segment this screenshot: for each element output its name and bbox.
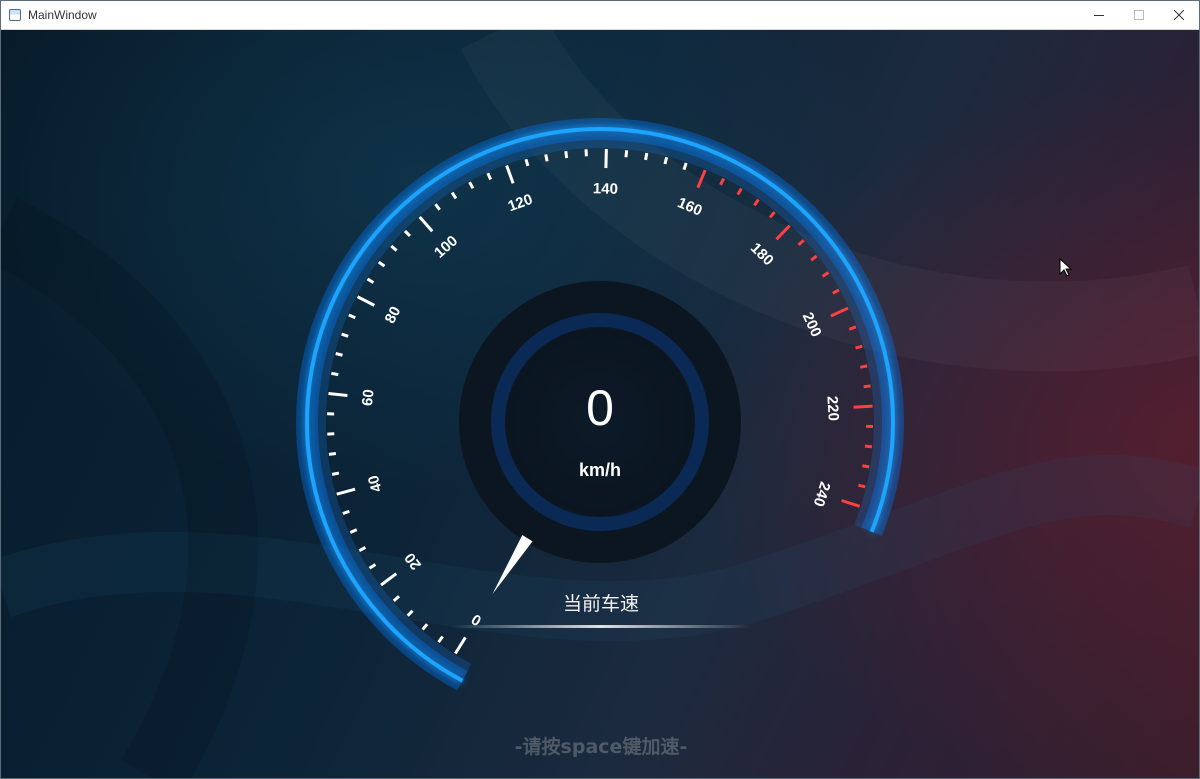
maximize-button[interactable]: [1119, 1, 1159, 29]
minor-tick: [564, 150, 569, 159]
minor-tick: [810, 254, 818, 262]
major-tick: [830, 306, 849, 318]
tick-label: 200: [799, 310, 825, 340]
minor-tick: [862, 464, 870, 469]
minor-tick: [437, 635, 444, 643]
window-title: MainWindow: [28, 8, 97, 22]
tick-label: 240: [810, 479, 834, 508]
minor-tick: [821, 271, 830, 278]
mouse-cursor-icon: [1059, 258, 1073, 277]
major-tick: [336, 487, 356, 496]
major-tick: [418, 216, 434, 233]
minor-tick: [368, 563, 377, 570]
minor-tick: [468, 181, 475, 190]
major-tick: [454, 636, 467, 655]
speed-caption: 当前车速: [562, 593, 639, 615]
app-icon: [9, 9, 21, 21]
tick-label: 160: [675, 194, 705, 219]
minor-tick: [406, 609, 414, 617]
minor-tick: [644, 152, 649, 161]
minor-tick: [864, 444, 873, 449]
minor-tick: [486, 172, 493, 181]
tick-label: 40: [365, 473, 386, 494]
minor-tick: [348, 313, 356, 320]
minor-tick: [863, 384, 871, 389]
minor-tick: [358, 546, 367, 553]
major-tick: [356, 295, 376, 307]
tick-label: 20: [401, 549, 425, 573]
close-button[interactable]: [1159, 1, 1199, 29]
minor-tick: [753, 198, 760, 207]
minor-tick: [331, 471, 340, 476]
speed-needle: [492, 535, 533, 595]
major-tick: [380, 572, 398, 587]
dashboard-area: 0 20 40 60 80 100 120 140 160 180 200 220 240 0 km/h…: [1, 29, 1199, 778]
minor-tick: [390, 244, 398, 252]
tick-label: 120: [506, 191, 535, 216]
minor-tick: [377, 260, 386, 268]
minor-tick: [848, 325, 857, 331]
major-tick: [841, 499, 861, 508]
minor-tick: [719, 177, 725, 186]
speed-value: 0: [586, 380, 614, 436]
speed-unit: km/h: [579, 460, 621, 480]
minor-tick: [797, 239, 805, 247]
minor-tick: [335, 352, 343, 357]
minor-tick: [624, 150, 629, 158]
minor-tick: [342, 509, 350, 515]
major-tick: [505, 164, 515, 184]
speedometer: 020406080100120140160180200220240 0 km/h: [296, 118, 904, 691]
major-tick: [775, 224, 791, 241]
minor-tick: [403, 229, 411, 237]
minor-tick: [450, 191, 458, 200]
minor-tick: [544, 154, 549, 162]
minor-tick: [858, 483, 866, 489]
title-bar[interactable]: MainWindow: [1, 1, 1199, 30]
minor-tick: [860, 364, 868, 369]
window-controls: [1079, 1, 1199, 29]
main-window: MainWindow 0 20 40 60 80 100 120 140 160…: [0, 0, 1200, 779]
tick-label: 140: [593, 180, 618, 198]
tick-label: 60: [359, 388, 378, 406]
minor-tick: [663, 156, 669, 165]
accelerate-hint: -请按space键加速-: [514, 736, 688, 758]
tick-label: 80: [382, 304, 405, 327]
close-icon: [1174, 10, 1184, 20]
minor-tick: [855, 344, 863, 350]
minor-tick: [768, 211, 776, 219]
minor-tick: [331, 371, 339, 377]
minor-tick: [328, 452, 337, 456]
minor-tick: [341, 332, 349, 338]
minor-tick: [392, 595, 401, 602]
minor-tick: [524, 158, 530, 167]
minimize-icon: [1094, 15, 1104, 16]
major-tick: [696, 169, 707, 189]
major-tick: [328, 391, 348, 397]
tick-label: 100: [431, 232, 461, 261]
minor-tick: [682, 162, 688, 171]
maximize-icon: [1134, 10, 1144, 20]
minimize-button[interactable]: [1079, 1, 1119, 29]
caption-underline: [451, 625, 751, 628]
tick-label: 220: [823, 395, 841, 421]
minor-tick: [434, 203, 441, 211]
minor-tick: [349, 528, 358, 534]
minor-tick: [366, 277, 375, 284]
minor-tick: [832, 288, 840, 295]
major-tick: [853, 404, 873, 409]
tick-label: 180: [747, 240, 777, 270]
minor-tick: [736, 187, 743, 196]
minor-tick: [421, 623, 429, 631]
